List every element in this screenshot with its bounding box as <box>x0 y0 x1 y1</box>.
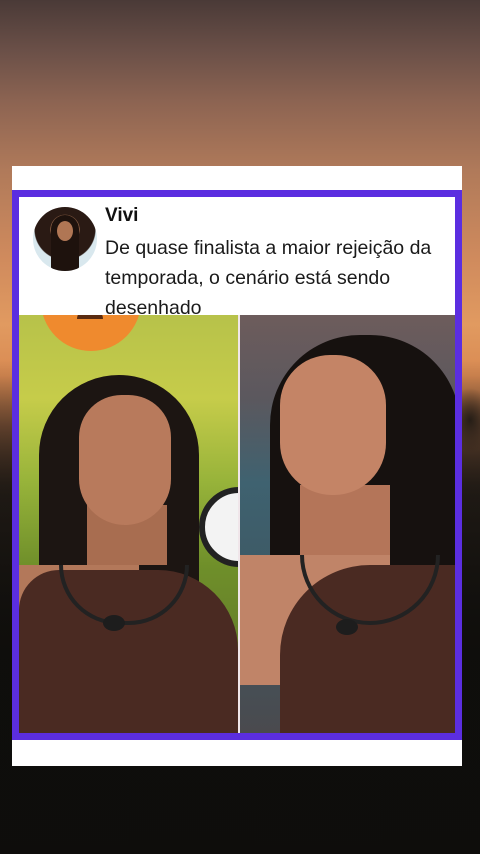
neck <box>300 485 390 555</box>
background-disc <box>199 487 238 567</box>
photo-left[interactable] <box>19 315 238 733</box>
avatar[interactable] <box>33 207 97 271</box>
post-text: De quase finalista a maior rejeição da t… <box>105 237 432 319</box>
face <box>79 395 171 525</box>
face <box>280 355 386 495</box>
post-header: Vivi De quase finalista a maior rejeição… <box>19 197 455 319</box>
author-name[interactable]: Vivi <box>105 205 138 227</box>
avatar-face <box>57 221 73 241</box>
necklace-pendant <box>103 615 125 631</box>
emoji-background <box>41 315 141 351</box>
necklace-pendant <box>336 619 358 635</box>
tweet-frame: Vivi De quase finalista a maior rejeição… <box>12 190 462 740</box>
photo-right[interactable] <box>238 315 455 733</box>
post-photos <box>19 315 455 733</box>
